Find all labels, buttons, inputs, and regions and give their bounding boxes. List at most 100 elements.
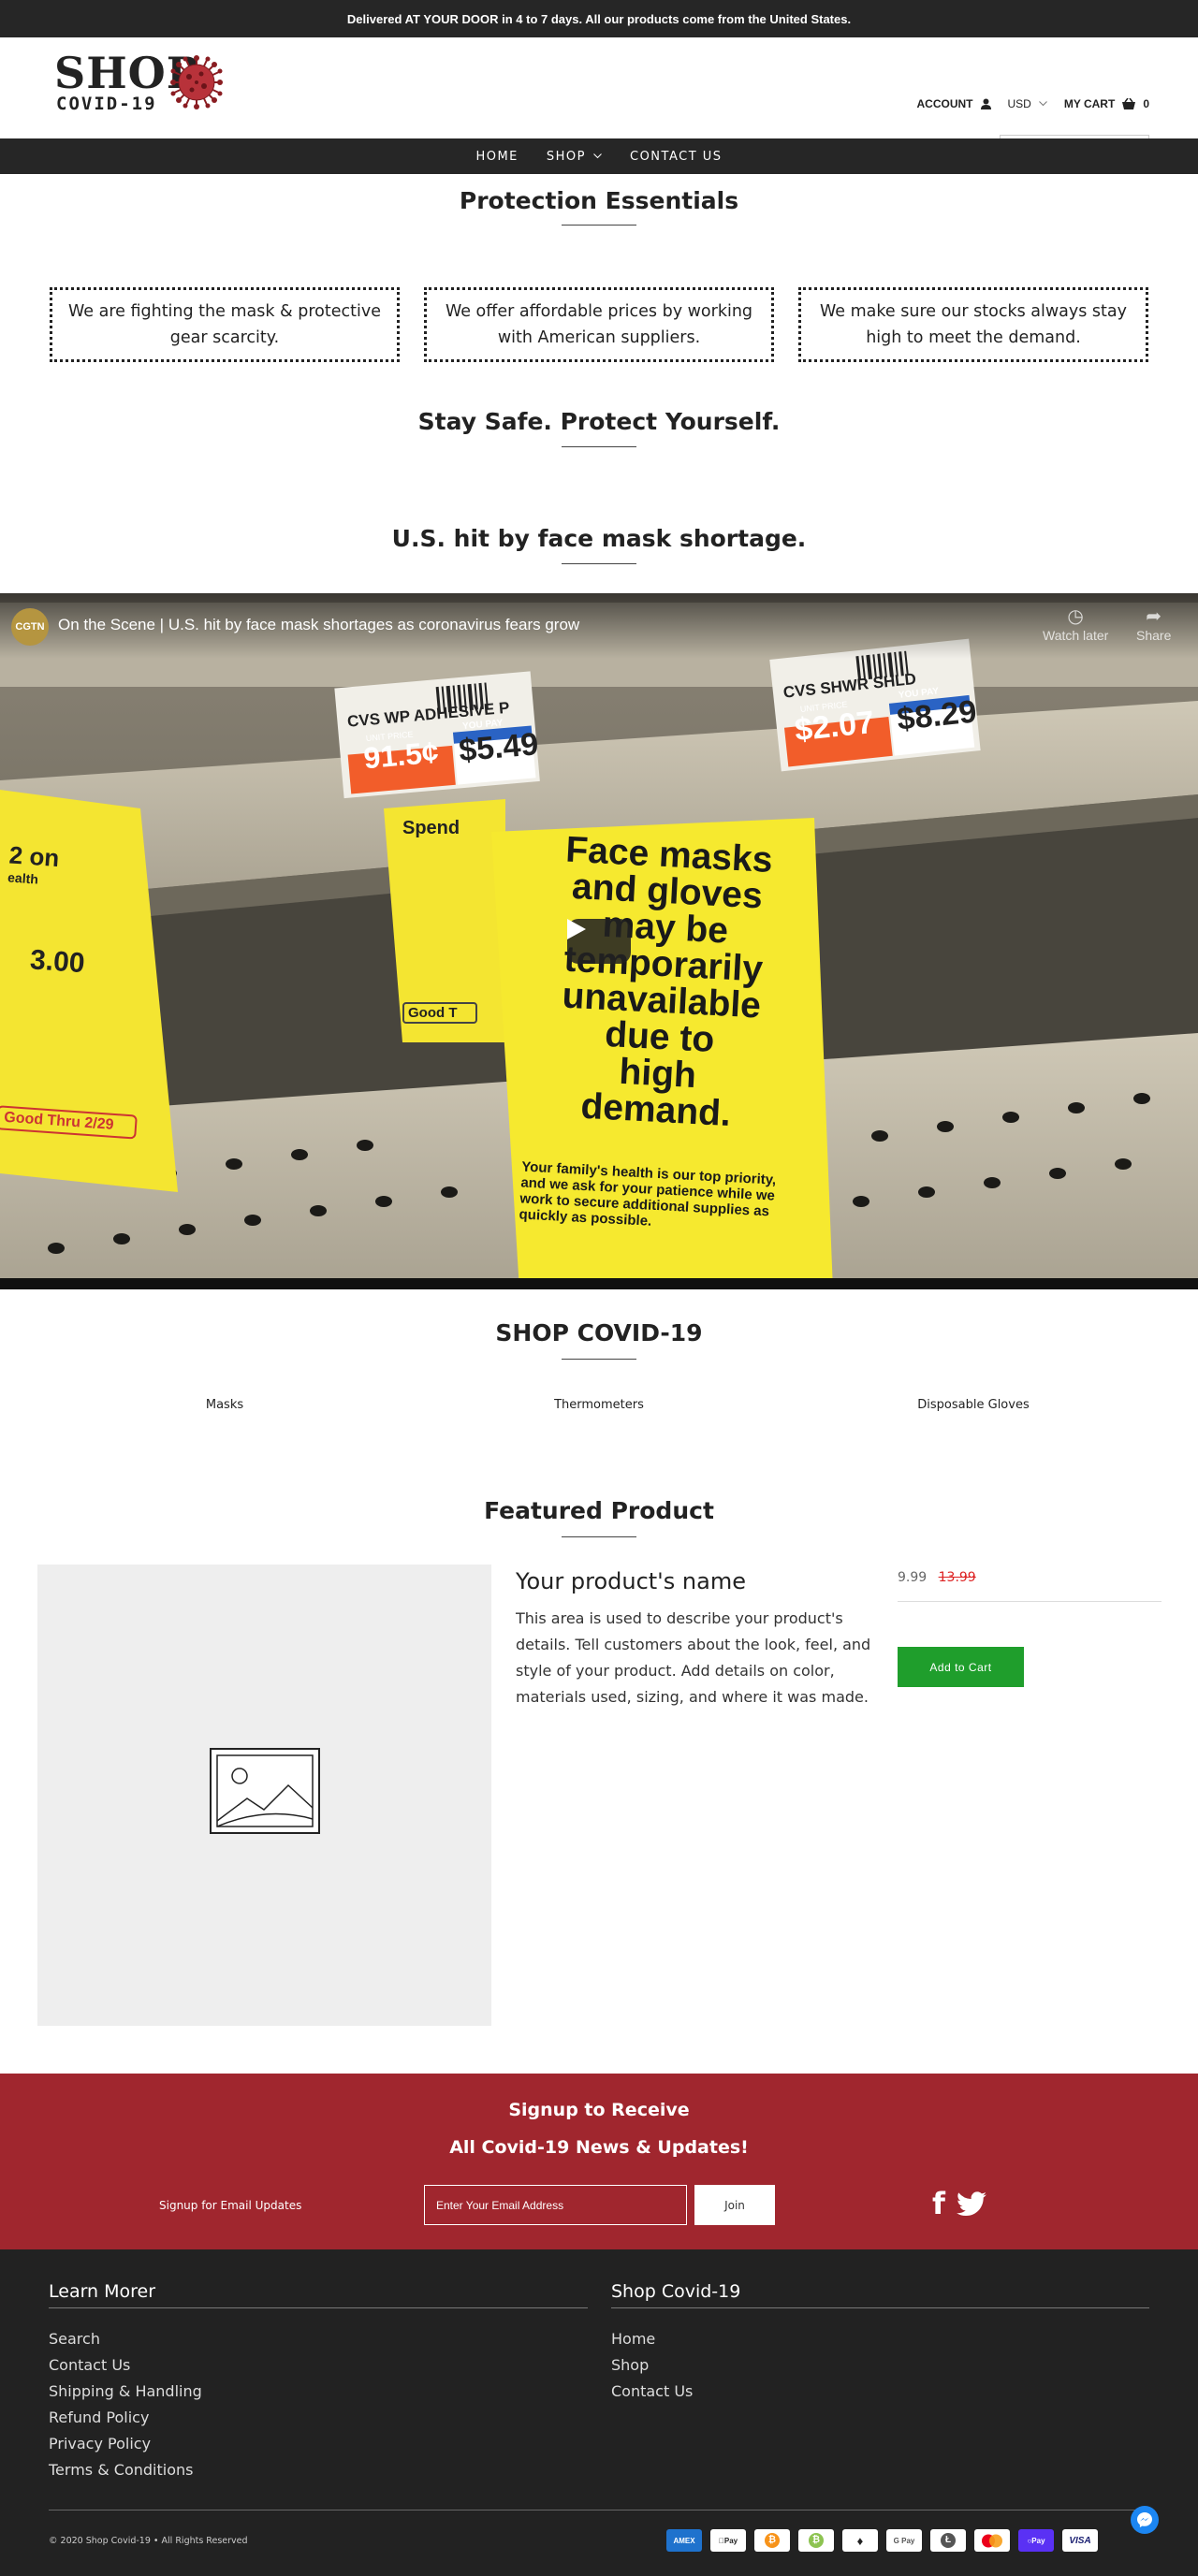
current-price: 9.99 bbox=[898, 1570, 928, 1585]
footer-divider bbox=[49, 2307, 588, 2308]
join-button[interactable]: Join bbox=[694, 2185, 775, 2225]
video-embed[interactable]: CVS WP ADHESIVE P UNIT PRICE YOU PAY 91.… bbox=[0, 593, 1198, 1289]
category-masks[interactable]: Masks bbox=[84, 1398, 365, 1412]
cart-link[interactable]: MY CART 0 bbox=[1064, 97, 1149, 110]
add-to-cart-button[interactable]: Add to Cart bbox=[898, 1647, 1024, 1687]
copyright: © 2020 Shop Covid-19 • All Rights Reserv… bbox=[49, 2536, 248, 2546]
play-button[interactable] bbox=[567, 919, 631, 964]
shortage-title: U.S. hit by face mask shortage. bbox=[391, 525, 807, 552]
footer-link-shop[interactable]: Shop bbox=[611, 2352, 693, 2379]
shortage-sign: Face masks and gloves may be temporarily… bbox=[490, 828, 829, 1237]
footer-link-refund[interactable]: Refund Policy bbox=[49, 2405, 202, 2431]
feature-box: We make sure our stocks always stay high… bbox=[798, 287, 1148, 362]
virus-icon bbox=[170, 55, 223, 109]
signup-subheading: All Covid-19 News & Updates! bbox=[449, 2137, 749, 2158]
product-image-placeholder[interactable] bbox=[37, 1565, 491, 2026]
header-utilities: ACCOUNT USD MY CART 0 bbox=[917, 97, 1149, 110]
video-bottom-bar bbox=[0, 1278, 1198, 1289]
logo-subtext: COVID-19 bbox=[56, 94, 157, 114]
spend-sign-text: Spend Good T bbox=[402, 818, 505, 1024]
share-label: Share bbox=[1136, 628, 1172, 643]
currency-selector[interactable]: USD bbox=[1008, 97, 1047, 110]
cart-count: 0 bbox=[1143, 97, 1149, 110]
cart-label: MY CART bbox=[1063, 97, 1116, 110]
product-price: 9.99 13.99 bbox=[898, 1570, 976, 1585]
category-gloves[interactable]: Disposable Gloves bbox=[833, 1398, 1114, 1412]
feature-box: We offer affordable prices by working wi… bbox=[424, 287, 774, 362]
tag-pay-price: $8.29 bbox=[895, 693, 979, 738]
nav-shop-label: SHOP bbox=[546, 149, 586, 164]
feature-box: We are fighting the mask & protective ge… bbox=[50, 287, 400, 362]
product-name[interactable]: Your product's name bbox=[516, 1568, 746, 1594]
clock-icon: ◷ bbox=[1067, 606, 1084, 627]
site-logo[interactable]: SHOP COVID-19 bbox=[54, 51, 223, 114]
title-underline bbox=[562, 225, 636, 226]
footer-link-search[interactable]: Search bbox=[49, 2326, 202, 2352]
shop-title: SHOP COVID-19 bbox=[495, 1319, 703, 1346]
footer-link-shipping[interactable]: Shipping & Handling bbox=[49, 2379, 202, 2405]
stay-safe-title: Stay Safe. Protect Yourself. bbox=[417, 408, 781, 435]
share-button[interactable]: ➦ Share bbox=[1136, 604, 1171, 643]
user-icon bbox=[980, 98, 991, 109]
footer-link-contact[interactable]: Contact Us bbox=[49, 2352, 202, 2379]
nav-contact[interactable]: CONTACT US bbox=[630, 150, 723, 164]
footer-link-contact-us[interactable]: Contact Us bbox=[611, 2379, 693, 2405]
payment-icons: AMEX Pay ₿ ₿ ♦ G Pay Ł ○Pay VISA bbox=[666, 2529, 1098, 2552]
tag-unit-price: $2.07 bbox=[793, 704, 876, 749]
compare-price: 13.99 bbox=[938, 1570, 976, 1585]
channel-avatar[interactable]: CGTN bbox=[11, 608, 49, 646]
announcement-bar: Delivered AT YOUR DOOR in 4 to 7 days. A… bbox=[0, 0, 1198, 37]
twitter-icon[interactable] bbox=[956, 2190, 986, 2217]
ethereum-icon: ♦ bbox=[842, 2529, 878, 2552]
nav-home[interactable]: HOME bbox=[475, 150, 518, 164]
messenger-chat-button[interactable] bbox=[1131, 2506, 1159, 2534]
footer-link-privacy[interactable]: Privacy Policy bbox=[49, 2431, 202, 2457]
feature-text: We are fighting the mask & protective ge… bbox=[68, 302, 381, 347]
footer-col1-title: Learn Morer bbox=[49, 2281, 156, 2302]
feature-text: We offer affordable prices by working wi… bbox=[445, 302, 753, 347]
footer-bottom-divider bbox=[49, 2510, 1149, 2511]
protection-title: Protection Essentials bbox=[459, 187, 739, 214]
visa-icon: VISA bbox=[1062, 2529, 1098, 2552]
price-tag-left-text: CVS WP ADHESIVE P UNIT PRICE YOU PAY 91.… bbox=[344, 672, 539, 779]
watch-later-label: Watch later bbox=[1043, 628, 1109, 643]
bitcoin-icon: ₿ bbox=[754, 2529, 790, 2552]
mastercard-icon bbox=[974, 2529, 1010, 2552]
title-underline bbox=[562, 1536, 636, 1537]
product-description: This area is used to describe your produ… bbox=[516, 1609, 871, 1706]
newsletter-signup: Signup to Receive All Covid-19 News & Up… bbox=[0, 2074, 1198, 2249]
footer-col2-title: Shop Covid-19 bbox=[611, 2281, 741, 2302]
account-label: ACCOUNT bbox=[916, 97, 973, 110]
left-sign-price: 3.00 bbox=[29, 944, 86, 980]
shop-pay-icon: ○Pay bbox=[1018, 2529, 1054, 2552]
footer-col1-links: Search Contact Us Shipping & Handling Re… bbox=[49, 2326, 202, 2483]
main-nav: HOME SHOP CONTACT US bbox=[0, 138, 1198, 174]
play-icon bbox=[567, 919, 586, 939]
share-icon: ➦ bbox=[1146, 606, 1162, 627]
basket-icon bbox=[1122, 98, 1136, 109]
footer-col2-links: Home Shop Contact Us bbox=[611, 2326, 693, 2405]
email-field[interactable] bbox=[424, 2185, 687, 2225]
category-thermometers[interactable]: Thermometers bbox=[459, 1398, 739, 1412]
title-underline bbox=[562, 1359, 636, 1360]
facebook-icon[interactable]: f bbox=[932, 2186, 945, 2221]
video-title[interactable]: On the Scene | U.S. hit by face mask sho… bbox=[58, 616, 579, 634]
watch-later-button[interactable]: ◷ Watch later bbox=[1043, 604, 1108, 643]
footer-link-home[interactable]: Home bbox=[611, 2326, 693, 2352]
site-header: SHOP COVID-19 ACCOUNT USD MY CART 0 SEAR… bbox=[0, 37, 1198, 161]
nav-shop[interactable]: SHOP bbox=[547, 150, 602, 164]
footer-divider bbox=[611, 2307, 1149, 2308]
feature-text: We make sure our stocks always stay high… bbox=[820, 302, 1127, 347]
amex-icon: AMEX bbox=[666, 2529, 702, 2552]
spend-label: Spend bbox=[402, 818, 460, 838]
featured-title: Featured Product bbox=[484, 1497, 714, 1524]
title-underline bbox=[562, 446, 636, 447]
tag-unit-price: 91.5¢ bbox=[362, 735, 441, 776]
footer-link-terms[interactable]: Terms & Conditions bbox=[49, 2457, 202, 2483]
left-sign-text: 2 on ealth 3.00 Good Thru 2/29 bbox=[0, 840, 169, 1140]
chevron-down-icon bbox=[1039, 101, 1047, 107]
currency-label: USD bbox=[1007, 97, 1031, 110]
site-footer: Learn Morer Search Contact Us Shipping &… bbox=[0, 2249, 1198, 2576]
google-pay-icon: G Pay bbox=[886, 2529, 922, 2552]
account-link[interactable]: ACCOUNT bbox=[917, 97, 991, 110]
